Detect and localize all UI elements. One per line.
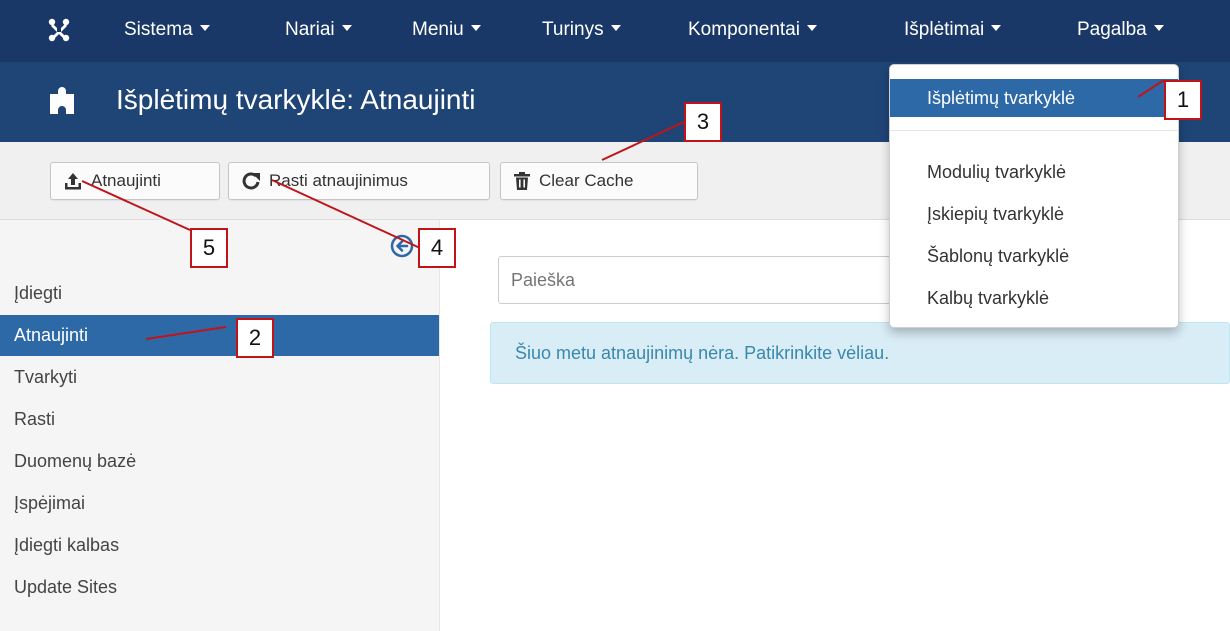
sidebar-item-update[interactable]: Atnaujinti: [0, 315, 439, 356]
find-updates-button[interactable]: Rasti atnaujinimus: [228, 162, 490, 200]
sidebar-item-discover[interactable]: Rasti: [0, 399, 439, 440]
sidebar-item-database[interactable]: Duomenų bazė: [0, 441, 439, 482]
info-alert: Šiuo metu atnaujinimų nėra. Patikrinkite…: [490, 322, 1230, 384]
sidebar-item-manage[interactable]: Tvarkyti: [0, 357, 439, 398]
sidebar-item-update-sites[interactable]: Update Sites: [0, 567, 439, 608]
joomla-logo-icon[interactable]: [48, 18, 70, 42]
caret-down-icon: [199, 24, 210, 31]
menu-sistema[interactable]: Sistema: [124, 18, 210, 42]
arrow-left-circle-icon[interactable]: [390, 234, 414, 258]
callout-1: 1: [1164, 80, 1202, 120]
caret-down-icon: [806, 24, 817, 31]
update-button[interactable]: Atnaujinti: [50, 162, 220, 200]
sidebar-item-warnings[interactable]: Įspėjimai: [0, 483, 439, 524]
sidebar-item-install-languages[interactable]: Įdiegti kalbas: [0, 525, 439, 566]
menu-nariai[interactable]: Nariai: [285, 18, 352, 42]
update-button-label: Atnaujinti: [91, 171, 161, 190]
callout-4: 4: [418, 228, 456, 268]
trash-icon: [514, 172, 530, 190]
dropdown-item-plugin-manager[interactable]: Įskiepių tvarkyklė: [890, 195, 1178, 233]
upload-icon: [65, 173, 81, 190]
clear-cache-button[interactable]: Clear Cache: [500, 162, 698, 200]
refresh-icon: [242, 172, 260, 190]
sidebar: Įdiegti Atnaujinti Tvarkyti Rasti Duomen…: [0, 220, 440, 631]
puzzle-icon: [50, 87, 74, 114]
menu-meniu[interactable]: Meniu: [412, 18, 481, 42]
dropdown-item-extension-manager[interactable]: Išplėtimų tvarkyklė: [890, 79, 1178, 117]
clear-cache-button-label: Clear Cache: [539, 171, 634, 190]
caret-down-icon: [341, 24, 352, 31]
top-navbar: Sistema Nariai Meniu Turinys Komponentai…: [0, 0, 1230, 62]
find-updates-button-label: Rasti atnaujinimus: [269, 171, 408, 190]
dropdown-divider: [890, 130, 1178, 131]
dropdown-item-language-manager[interactable]: Kalbų tvarkyklė: [890, 279, 1178, 317]
dropdown-item-module-manager[interactable]: Modulių tvarkyklė: [890, 153, 1178, 191]
menu-pagalba[interactable]: Pagalba: [1077, 18, 1164, 42]
caret-down-icon: [610, 24, 621, 31]
extensions-dropdown-menu: Išplėtimų tvarkyklė Modulių tvarkyklė Įs…: [889, 64, 1179, 328]
callout-2: 2: [236, 318, 274, 358]
search-input[interactable]: [498, 256, 898, 304]
menu-isplétimai[interactable]: Išplėtimai: [904, 18, 1002, 42]
caret-down-icon: [470, 24, 481, 31]
sidebar-item-install[interactable]: Įdiegti: [0, 273, 439, 314]
callout-5: 5: [190, 228, 228, 268]
caret-down-icon: [1153, 24, 1164, 31]
dropdown-item-template-manager[interactable]: Šablonų tvarkyklė: [890, 237, 1178, 275]
caret-down-icon: [991, 24, 1002, 31]
menu-komponentai[interactable]: Komponentai: [688, 18, 817, 42]
callout-3: 3: [684, 102, 722, 142]
menu-turinys[interactable]: Turinys: [542, 18, 621, 42]
page-title: Išplėtimų tvarkyklė: Atnaujinti: [116, 84, 476, 115]
